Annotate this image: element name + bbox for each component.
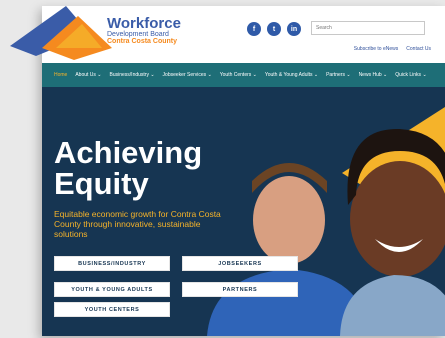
nav-item-partners[interactable]: Partners ⌄ — [326, 72, 350, 78]
brand-subtitle: Development Board — [107, 31, 169, 38]
jobseekers-button[interactable]: JOBSEEKERS — [182, 256, 298, 271]
nav-item-quicklinks[interactable]: Quick Links ⌄ — [395, 72, 426, 78]
brand-county: Contra Costa County — [107, 38, 177, 45]
hero-title: Achieving Equity — [54, 135, 203, 201]
nav-item-youth-centers[interactable]: Youth Centers ⌄ — [220, 72, 257, 78]
twitter-icon[interactable]: t — [267, 22, 281, 36]
social-links: f t in — [247, 22, 301, 36]
subscribe-link[interactable]: Subscribe to eNews — [354, 46, 398, 52]
youth-young-adults-button[interactable]: YOUTH & YOUNG ADULTS — [54, 282, 170, 297]
nav-item-home[interactable]: Home — [54, 72, 67, 78]
hero-banner: Achieving Equity Equitable economic grow… — [42, 87, 445, 336]
nav-item-jobseeker[interactable]: Jobseeker Services ⌄ — [163, 72, 212, 78]
main-nav: Home About Us ⌄ Business/Industry ⌄ Jobs… — [42, 63, 445, 87]
facebook-icon[interactable]: f — [247, 22, 261, 36]
nav-item-news[interactable]: News Hub ⌄ — [359, 72, 388, 78]
brand-name: Workforce — [107, 15, 181, 32]
youth-centers-button[interactable]: YOUTH CENTERS — [54, 302, 170, 317]
nav-item-youth-adults[interactable]: Youth & Young Adults ⌄ — [265, 72, 318, 78]
top-links: Subscribe to eNews Contact Us — [354, 46, 431, 52]
nav-item-business[interactable]: Business/Industry ⌄ — [110, 72, 155, 78]
contact-link[interactable]: Contact Us — [406, 46, 431, 52]
business-industry-button[interactable]: BUSINESS/INDUSTRY — [54, 256, 170, 271]
search-input[interactable]: Search — [311, 21, 425, 35]
linkedin-icon[interactable]: in — [287, 22, 301, 36]
logo-mark[interactable] — [4, 4, 114, 62]
nav-item-about[interactable]: About Us ⌄ — [75, 72, 101, 78]
hero-subtitle: Equitable economic growth for Contra Cos… — [54, 209, 221, 239]
partners-button[interactable]: PARTNERS — [182, 282, 298, 297]
brand[interactable]: Workforce Development Board Contra Costa… — [107, 15, 181, 45]
